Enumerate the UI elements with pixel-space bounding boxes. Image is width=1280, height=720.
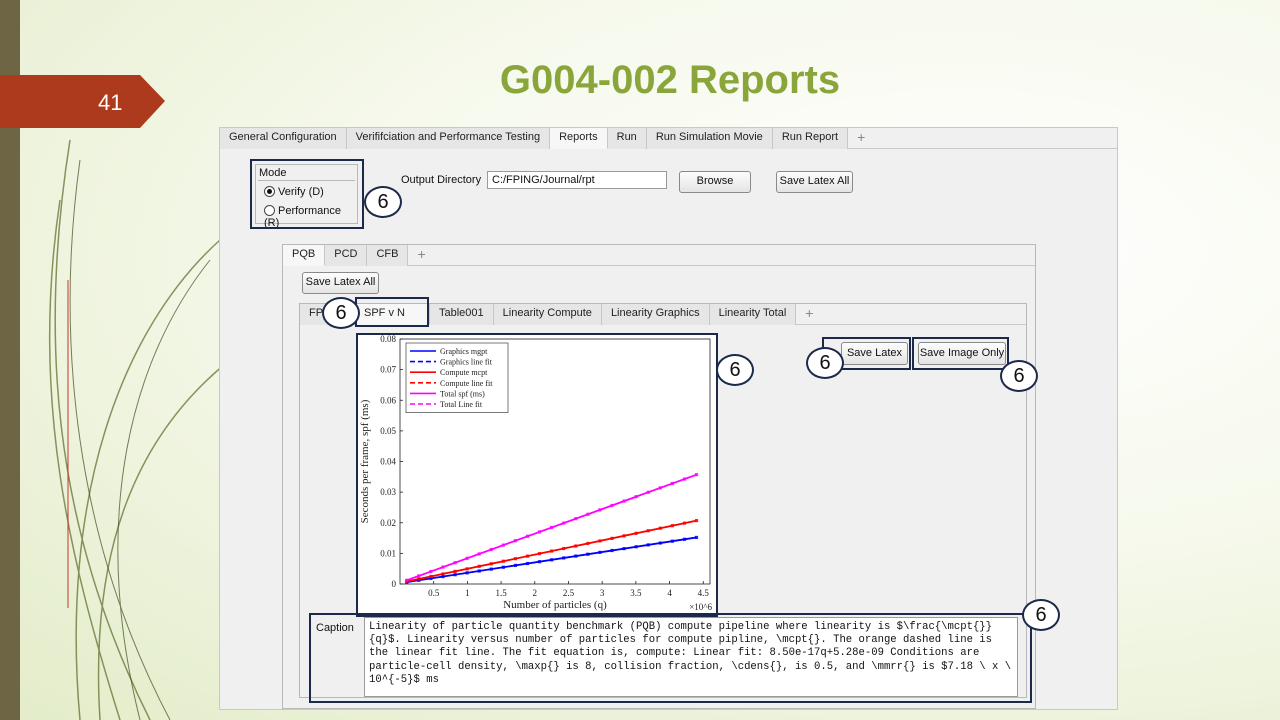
tab-cfb[interactable]: CFB <box>367 245 409 266</box>
tab-general-configuration[interactable]: General Configuration <box>220 128 347 149</box>
callout-save-image: 6 <box>1000 360 1038 392</box>
slide-title: G004-002 Reports <box>499 58 841 102</box>
save-latex-all-button[interactable]: Save Latex All <box>776 171 853 193</box>
add-plot-tab-button[interactable]: + <box>796 304 822 325</box>
callout-save-latex: 6 <box>806 347 844 379</box>
tab-pcd[interactable]: PCD <box>325 245 368 266</box>
callout-caption: 6 <box>1022 599 1060 631</box>
main-tab-bar: General Configuration Verififciation and… <box>220 128 1117 149</box>
callout-spf-tab: 6 <box>322 297 360 329</box>
tab-run-simulation-movie[interactable]: Run Simulation Movie <box>646 128 773 149</box>
annotation-box-chart <box>356 333 718 617</box>
annotation-box-caption <box>309 613 1032 703</box>
tab-pqb[interactable]: PQB <box>283 245 326 266</box>
sub-save-latex-all-button[interactable]: Save Latex All <box>302 272 379 294</box>
add-tab-button[interactable]: + <box>848 128 874 149</box>
callout-chart: 6 <box>716 354 754 386</box>
sub-tab-bar: PQB PCD CFB + <box>283 245 1035 266</box>
browse-button[interactable]: Browse <box>679 171 751 193</box>
output-directory-field[interactable]: C:/FPING/Journal/rpt <box>487 171 667 189</box>
add-sub-tab-button[interactable]: + <box>408 245 434 266</box>
tab-table001[interactable]: Table001 <box>430 304 494 325</box>
slide-number: 41 <box>0 75 165 128</box>
tab-verification-performance[interactable]: Verififciation and Performance Testing <box>346 128 551 149</box>
tab-reports[interactable]: Reports <box>550 128 608 149</box>
annotation-box-spf-tab <box>355 297 429 327</box>
annotation-box-mode <box>250 159 364 229</box>
tab-linearity-graphics[interactable]: Linearity Graphics <box>601 304 710 325</box>
output-directory-label: Output Directory <box>401 174 482 186</box>
tab-run-report[interactable]: Run Report <box>772 128 849 149</box>
tab-linearity-compute[interactable]: Linearity Compute <box>493 304 602 325</box>
callout-mode: 6 <box>364 186 402 218</box>
tab-run[interactable]: Run <box>607 128 647 149</box>
annotation-box-save-image <box>912 337 1009 370</box>
tab-linearity-total[interactable]: Linearity Total <box>709 304 797 325</box>
